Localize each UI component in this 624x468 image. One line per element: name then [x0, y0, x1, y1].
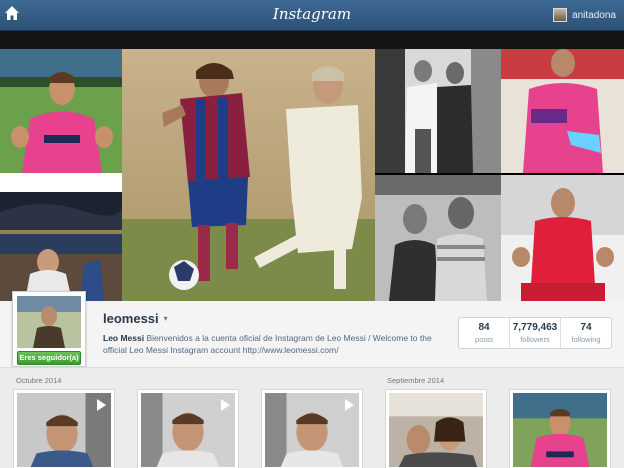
profile-photo-mosaic [0, 49, 624, 301]
top-navigation-bar: Instagram anitadona [0, 0, 624, 31]
mosaic-photo[interactable] [501, 173, 624, 301]
play-icon [221, 399, 230, 411]
mosaic-photo-featured[interactable] [122, 49, 375, 301]
stat-value: 7,779,463 [512, 322, 558, 333]
mosaic-photo[interactable] [501, 49, 624, 173]
play-icon [345, 399, 354, 411]
stat-following[interactable]: 74 following [561, 318, 611, 348]
mosaic-photo[interactable] [0, 49, 122, 173]
mosaic-photo[interactable] [0, 173, 122, 301]
play-icon [97, 399, 106, 411]
bio-text: Bienvenidos a la cuenta oficial de Insta… [103, 333, 432, 355]
stat-value: 74 [580, 322, 592, 333]
user-avatar [553, 8, 568, 22]
stat-posts[interactable]: 84 posts [459, 318, 510, 348]
month-heading: Septiembre 2014 [387, 376, 445, 385]
stat-label: following [571, 335, 601, 344]
mosaic-photo[interactable] [375, 173, 501, 301]
feed-video-thumbnail[interactable] [13, 389, 115, 468]
profile-avatar[interactable] [17, 296, 81, 348]
chevron-down-icon[interactable]: ▾ [164, 314, 168, 323]
profile-header: Eres seguidor(a) leomessi ▾ Leo Messi Bi… [0, 291, 624, 367]
feed-photo-thumbnail[interactable] [509, 389, 611, 468]
stat-label: posts [475, 335, 493, 344]
stat-followers[interactable]: 7,779,463 followers [510, 318, 561, 348]
profile-username: leomessi [103, 311, 159, 326]
instagram-logo[interactable]: Instagram [0, 5, 624, 23]
profile-bio: Leo Messi Bienvenidos a la cuenta oficia… [103, 332, 443, 356]
profile-avatar-card: Eres seguidor(a) [12, 291, 86, 367]
stat-label: followers [520, 335, 550, 344]
feed-video-thumbnail[interactable] [261, 389, 363, 468]
bio-name: Leo Messi [103, 333, 145, 343]
profile-stats: 84 posts 7,779,463 followers 74 followin… [458, 317, 612, 349]
feed-video-thumbnail[interactable] [137, 389, 239, 468]
header-divider [0, 31, 624, 49]
profile-username-row: leomessi ▾ [103, 311, 168, 326]
following-button[interactable]: Eres seguidor(a) [17, 351, 81, 365]
feed-photo-thumbnail[interactable] [385, 389, 487, 468]
current-username: anitadona [572, 9, 616, 21]
mosaic-photo[interactable] [375, 49, 501, 173]
photo-feed: Octubre 2014 Septiembre 2014 [0, 367, 624, 468]
stat-value: 84 [478, 322, 490, 333]
current-user-menu[interactable]: anitadona [553, 6, 616, 24]
month-heading: Octubre 2014 [16, 376, 62, 385]
